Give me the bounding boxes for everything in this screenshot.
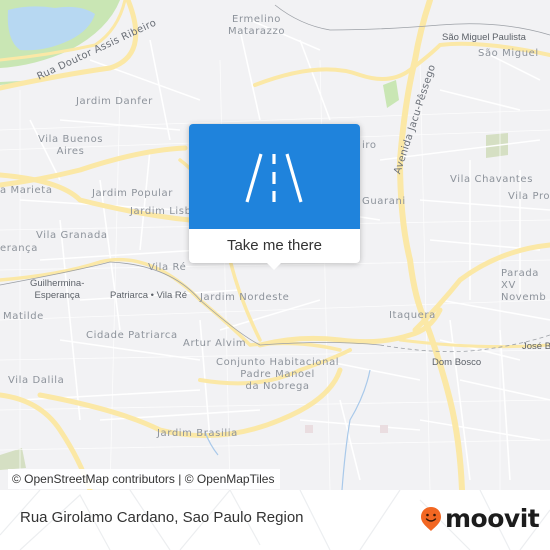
neighborhood-label: erança: [0, 243, 38, 254]
neighborhood-label: Cidade Patriarca: [86, 330, 178, 341]
station-label: São Miguel Paulista: [442, 32, 526, 43]
neighborhood-label: Vila Granada: [36, 230, 108, 241]
neighborhood-label: Conjunto Habitacional Padre Manoel da No…: [216, 357, 340, 392]
destination-popup[interactable]: Take me there: [189, 124, 360, 270]
moovit-pin-icon: [421, 507, 441, 531]
road-icon: [245, 153, 303, 203]
park-area: [0, 448, 26, 470]
neighborhood-label: Jardim Danfer: [76, 96, 153, 107]
station-label: Guilhermina- Esperança: [30, 278, 85, 301]
popup-header: [189, 124, 360, 229]
neighborhood-label: iro: [362, 140, 377, 151]
neighborhood-label: São Miguel: [478, 48, 539, 59]
neighborhood-label: Ermelino Matarazzo: [228, 14, 286, 37]
neighborhood-label: Jardim Nordeste: [200, 292, 290, 303]
moovit-wordmark: moovit: [445, 504, 540, 533]
location-title: Rua Girolamo Cardano, Sao Paulo Region: [20, 509, 304, 526]
neighborhood-label: Vila Pro: [508, 191, 550, 202]
popup-pointer: [266, 262, 282, 270]
neighborhood-label: Vila Dalila: [8, 375, 65, 386]
neighborhood-label: Vila Buenos Aires: [38, 134, 104, 157]
station-label: Dom Bosco: [432, 357, 482, 368]
moovit-logo[interactable]: moovit: [420, 504, 540, 534]
park-area: [383, 80, 399, 108]
map-view[interactable]: Rua Doutor Assis Ribeiro Avenida Jacu-Pê…: [0, 0, 550, 490]
station-label: Patriarca • Vila Ré: [110, 290, 188, 301]
lake: [7, 6, 95, 51]
poi-marker: [380, 425, 388, 433]
poi-marker: [305, 425, 313, 433]
stream: [341, 369, 371, 490]
neighborhood-label: Parada XV Novemb: [501, 268, 547, 303]
neighborhood-label: Artur Alvim: [183, 338, 247, 349]
footer-bar: Rua Girolamo Cardano, Sao Paulo Region m…: [0, 490, 550, 550]
take-me-there-button[interactable]: Take me there: [189, 229, 360, 263]
neighborhood-label: Jardim Lisb: [130, 206, 192, 217]
map-attribution[interactable]: © OpenStreetMap contributors | © OpenMap…: [8, 469, 281, 489]
neighborhood-label: Jardim Brasilia: [157, 428, 238, 439]
neighborhood-label: Vila Ré: [148, 262, 187, 273]
neighborhood-label: Jardim Popular: [92, 188, 173, 199]
neighborhood-label: Itaquera: [389, 310, 436, 321]
neighborhood-label: Matilde: [3, 311, 44, 322]
neighborhood-label: Guarani: [362, 196, 406, 207]
neighborhood-label: a Marieta: [0, 185, 53, 196]
neighborhood-label: Vila Chavantes: [450, 174, 533, 185]
station-label: José Bo: [522, 341, 550, 352]
